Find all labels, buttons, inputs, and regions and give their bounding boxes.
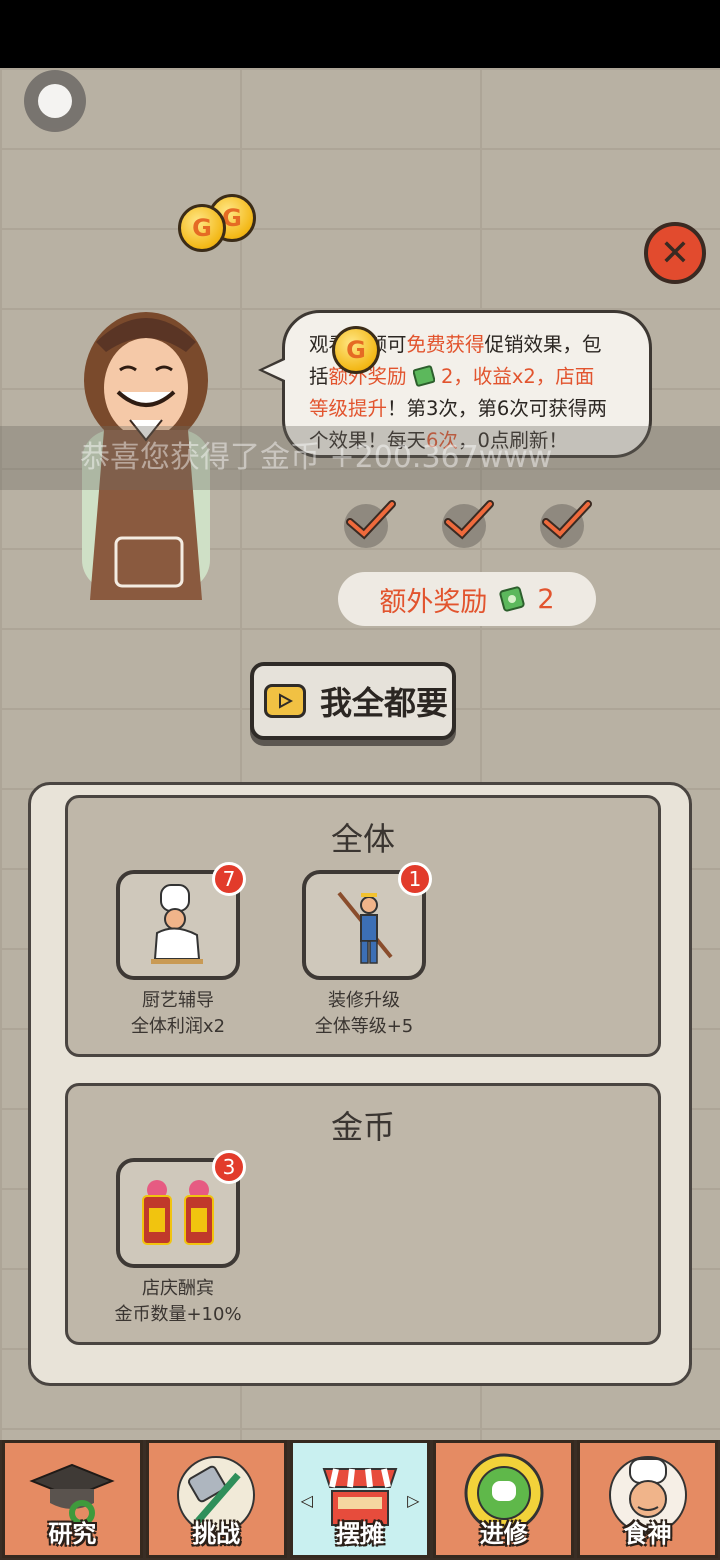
progress-check-1 [344, 500, 396, 548]
item-tile: 1 [302, 862, 432, 980]
nav-tab-stall[interactable]: ◁ ▷ 摆摊 [289, 1440, 431, 1558]
nav-tab-god-of-cooking[interactable]: 食神 [577, 1440, 718, 1558]
bottom-nav: 研究 挑战 ◁ ▷ 摆摊 进修 食神 [0, 1440, 720, 1560]
want-all-button[interactable]: 我全都要 [250, 662, 456, 740]
item-decoration-upgrade[interactable]: 1 装修升级 全体等级+5 [276, 862, 452, 1040]
status-bar [0, 0, 720, 68]
arrow-right-icon: ▷ [407, 1491, 420, 1510]
want-all-label: 我全都要 [320, 684, 449, 722]
count-badge: 7 [212, 862, 246, 896]
section-coins: 金币 3 店庆酬宾 金币数量+10% [65, 1083, 661, 1345]
count-badge: 1 [398, 862, 432, 896]
nav-tab-research[interactable]: 研究 [2, 1440, 143, 1558]
item-effect: 金币数量+10% [114, 1304, 242, 1325]
painter-icon [337, 891, 393, 964]
progress-check-3 [540, 500, 592, 548]
nav-label: 摆摊 [335, 1520, 384, 1548]
section-all: 全体 7 厨艺辅导 全体利润x2 1 装修升级 全体等级+5 [65, 795, 661, 1057]
flower-basket-icon [142, 1180, 214, 1245]
floating-assist-button[interactable] [24, 70, 86, 132]
nav-label: 研究 [48, 1520, 97, 1548]
item-tile: 7 [116, 862, 246, 980]
video-play-icon [264, 684, 306, 718]
item-effect: 全体等级+5 [314, 1016, 414, 1037]
close-button[interactable]: ✕ [644, 222, 706, 284]
chef-icon [151, 884, 203, 964]
checkmark-icon [444, 500, 494, 540]
nav-tab-training[interactable]: 进修 [433, 1440, 575, 1558]
item-name: 厨艺辅导 [142, 990, 214, 1011]
checkmark-icon [346, 500, 396, 540]
extra-reward-label: 额外奖励 [379, 586, 488, 618]
nav-tab-challenge[interactable]: 挑战 [145, 1440, 287, 1558]
item-name: 装修升级 [328, 990, 400, 1011]
item-name: 店庆酬宾 [142, 1278, 214, 1299]
reward-toast: 恭喜您获得了金币 +200.367www [0, 426, 720, 490]
gold-coin-icon: G [178, 204, 226, 252]
section-title: 金币 [330, 1108, 395, 1146]
progress-check-2 [442, 500, 494, 548]
close-icon: ✕ [659, 232, 691, 274]
gold-coin-icon: G [332, 326, 380, 374]
section-title: 全体 [330, 820, 395, 858]
count-badge: 3 [212, 1150, 246, 1184]
nav-label: 食神 [623, 1520, 672, 1548]
item-effect: 全体利润x2 [130, 1016, 226, 1037]
item-cooking-coaching[interactable]: 7 厨艺辅导 全体利润x2 [90, 862, 266, 1040]
nav-label: 挑战 [192, 1520, 241, 1548]
item-anniversary-sale[interactable]: 3 店庆酬宾 金币数量+10% [90, 1150, 266, 1328]
nav-label: 进修 [479, 1520, 528, 1548]
extra-reward-pill: 额外奖励 2 [338, 572, 596, 626]
item-tile: 3 [116, 1150, 246, 1268]
cash-icon [412, 365, 436, 387]
promotion-panel: 全体 7 厨艺辅导 全体利润x2 1 装修升级 全体等级+5 金币 3 店庆酬宾… [28, 782, 692, 1386]
cash-icon [499, 586, 525, 612]
extra-reward-count: 2 [537, 583, 555, 615]
checkmark-icon [542, 500, 592, 540]
